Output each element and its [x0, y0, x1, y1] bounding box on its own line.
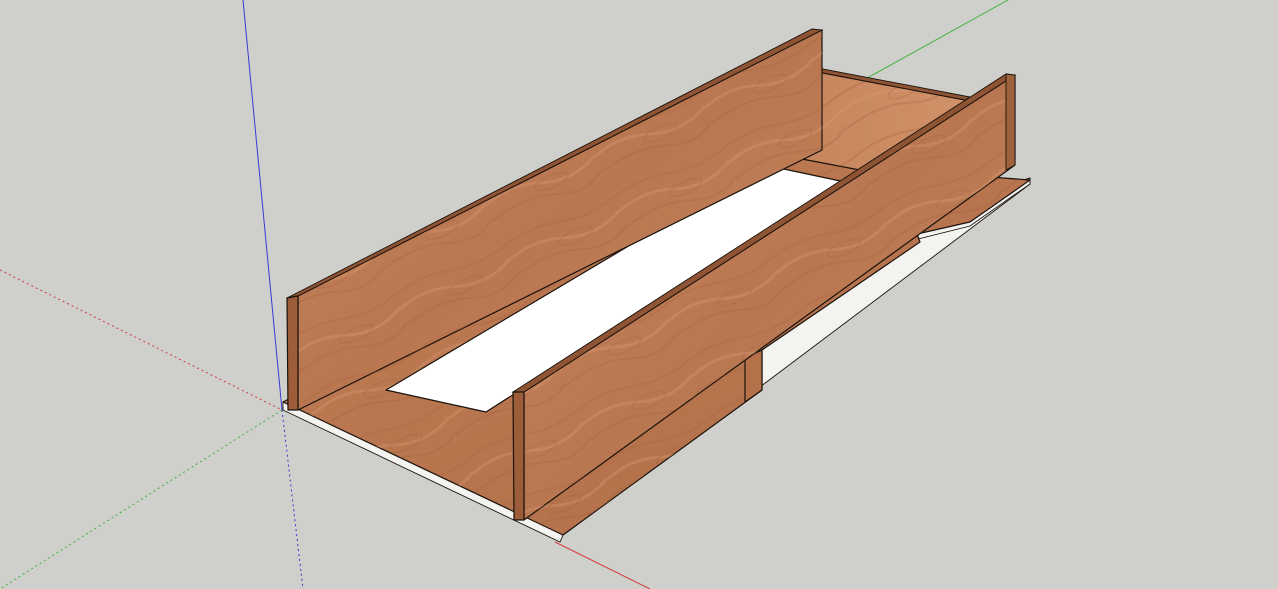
left-panel-end-edge [286, 295, 299, 411]
red-axis-dashed [0, 269, 283, 411]
right-panel-right-end [1005, 73, 1016, 171]
green-axis-solid [859, 0, 1009, 83]
right-panel-end-edge [512, 391, 525, 521]
blue-axis-dashed [281, 409, 304, 589]
red-axis-solid [554, 541, 651, 589]
modeling-viewport[interactable] [0, 0, 1278, 589]
viewport-canvas[interactable] [0, 0, 1278, 589]
blue-axis-solid [242, 0, 283, 411]
green-axis-dashed [0, 409, 283, 589]
